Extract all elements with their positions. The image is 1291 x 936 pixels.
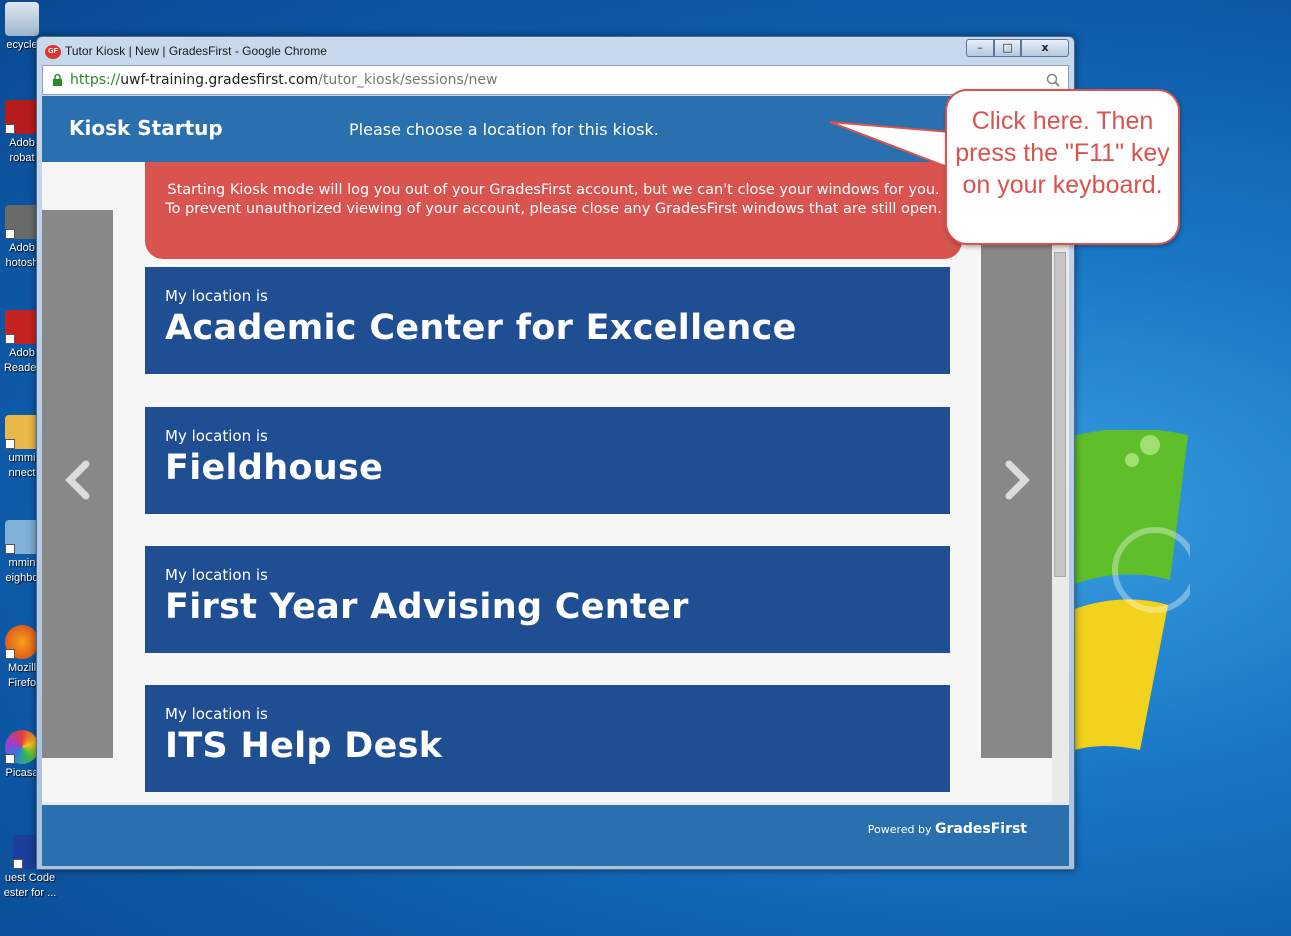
location-tile-fieldhouse[interactable]: My location is Fieldhouse	[145, 407, 950, 514]
location-prefix: My location is	[165, 427, 268, 445]
window-title: Tutor Kiosk | New | GradesFirst - Google…	[65, 44, 327, 58]
callout-pointer	[830, 121, 951, 170]
desktop-icon-label: Mozill Firefo	[7, 662, 37, 689]
location-prefix: My location is	[165, 287, 268, 305]
instruction-callout: Click here. Then press the "F11" key on …	[945, 89, 1180, 245]
desktop-icon-label: Picasa	[5, 767, 39, 779]
picasa-icon	[5, 730, 39, 764]
recycle-bin-icon	[5, 2, 39, 36]
desktop-icon-label: mmin eighbo	[5, 557, 39, 584]
desktop-icon-label: Adob Reader	[3, 347, 41, 374]
firefox-icon	[5, 625, 39, 659]
reader-icon	[5, 310, 39, 344]
acrobat-icon	[5, 100, 39, 134]
location-prefix: My location is	[165, 705, 268, 723]
desktop-icon-label: Adob hotosh	[5, 242, 39, 269]
zoom-icon[interactable]	[1046, 73, 1060, 87]
maximize-button[interactable]: □	[994, 39, 1021, 57]
location-name: Academic Center for Excellence	[165, 308, 797, 348]
scroll-thumb[interactable]	[1054, 252, 1066, 577]
chevron-left-icon	[65, 460, 90, 500]
powered-by: Powered by GradesFirst	[867, 821, 1027, 837]
desktop-icon-label: uest Code ester for ...	[3, 872, 57, 899]
lock-icon	[53, 74, 62, 86]
network-icon	[5, 520, 39, 554]
address-bar[interactable]: https://uwf-training.gradesfirst.com/tut…	[42, 65, 1069, 95]
location-tile-academic-center[interactable]: My location is Academic Center for Excel…	[145, 267, 950, 374]
folder-icon	[5, 415, 39, 449]
carousel-next-button[interactable]	[981, 210, 1052, 758]
desktop-icon-label: ecycle	[6, 39, 38, 51]
location-name: ITS Help Desk	[165, 726, 443, 766]
location-tile-its-help-desk[interactable]: My location is ITS Help Desk	[145, 685, 950, 792]
location-prefix: My location is	[165, 566, 268, 584]
windows-logo-icon	[1060, 430, 1190, 755]
location-prompt: Please choose a location for this kiosk.	[349, 120, 659, 139]
page-viewport: Kiosk Startup Please choose a location f…	[42, 96, 1069, 866]
gradesfirst-logo-icon: GF	[45, 45, 61, 59]
kiosk-title: Kiosk Startup	[69, 116, 223, 140]
kiosk-footer: Powered by GradesFirst	[42, 802, 1069, 866]
minimize-button[interactable]: –	[966, 39, 994, 57]
desktop: ecycle Adob robat Adob hotosh Adob Reade…	[0, 0, 1291, 936]
close-button[interactable]: x	[1021, 39, 1069, 57]
desktop-icon-label: Adob robat	[9, 137, 35, 164]
photoshop-icon	[5, 205, 39, 239]
scrollbar[interactable]	[1052, 196, 1069, 866]
chevron-right-icon	[1005, 460, 1030, 500]
location-name: Fieldhouse	[165, 448, 384, 488]
location-tile-first-year-advising[interactable]: My location is First Year Advising Cente…	[145, 546, 950, 653]
title-bar[interactable]: GF Tutor Kiosk | New | GradesFirst - Goo…	[37, 37, 1074, 65]
location-name: First Year Advising Center	[165, 587, 689, 627]
desktop-icon-label: ummi nnect	[8, 452, 36, 479]
logout-warning: Starting Kiosk mode will log you out of …	[145, 162, 962, 259]
carousel-prev-button[interactable]	[42, 210, 113, 758]
url-text: https://uwf-training.gradesfirst.com/tut…	[70, 72, 498, 88]
